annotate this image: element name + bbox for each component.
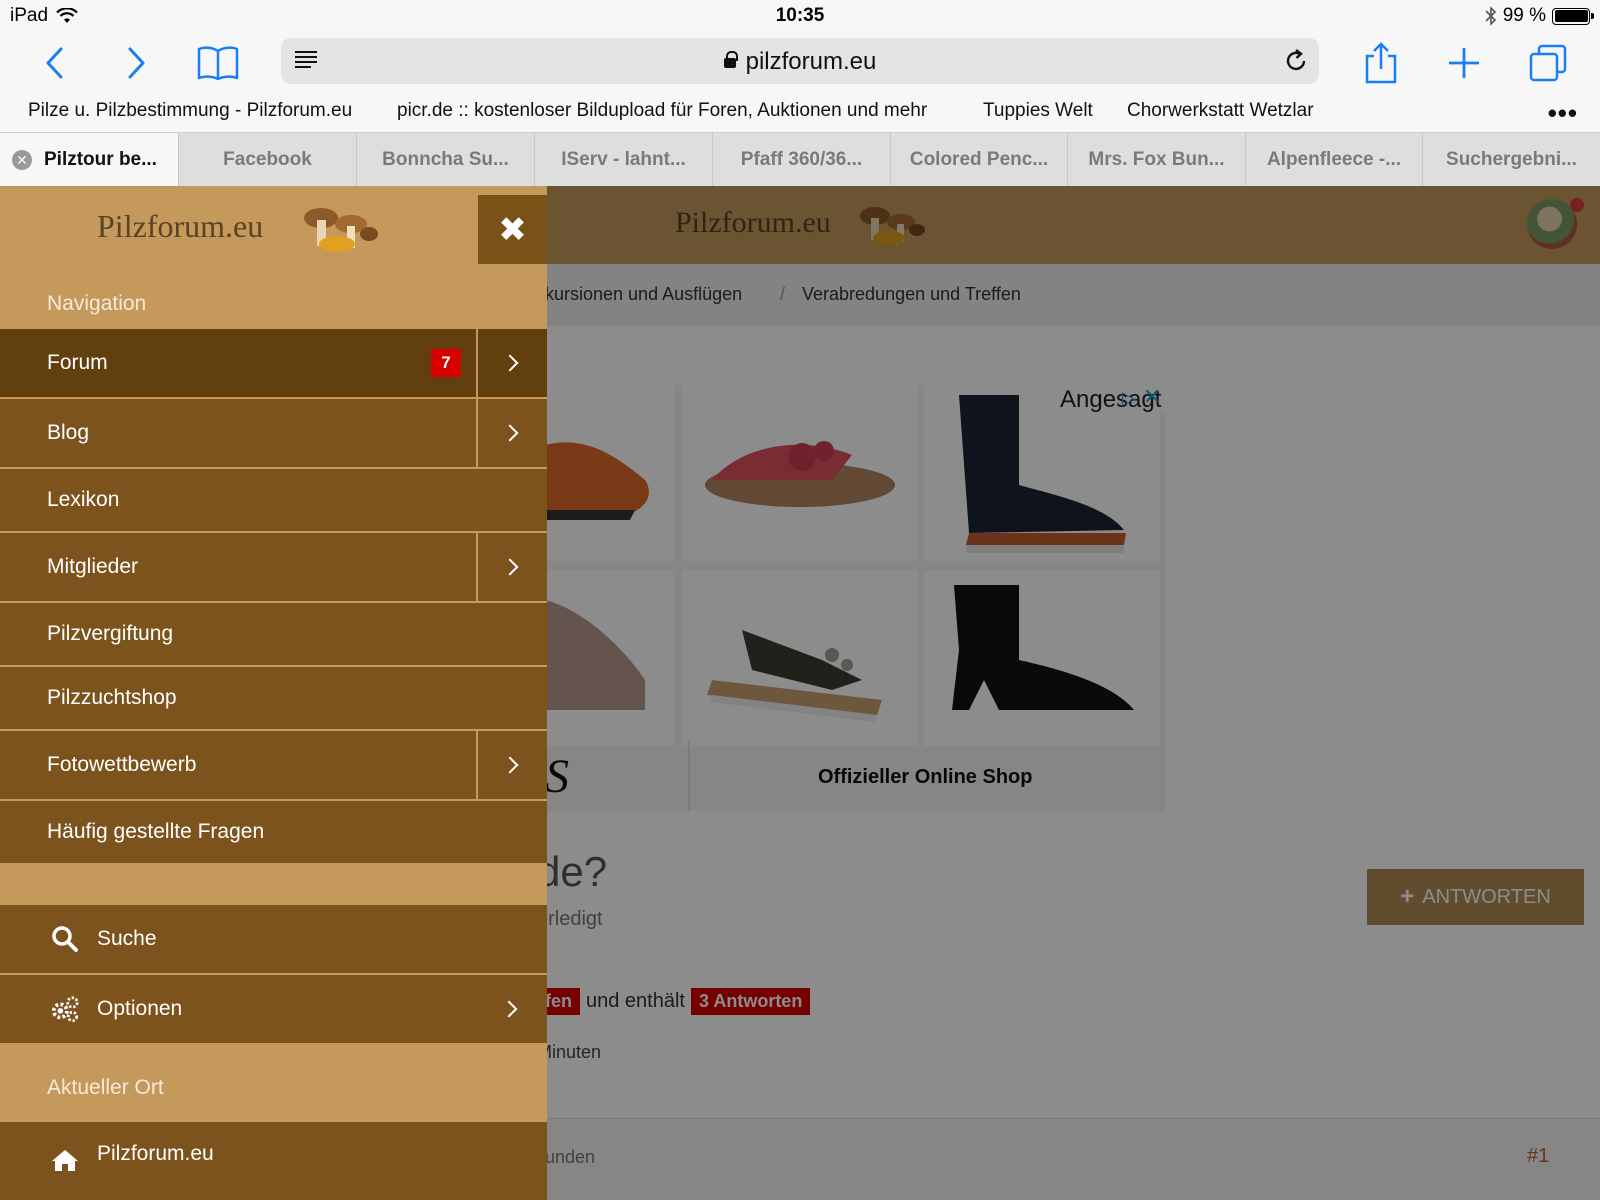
menu-item-label: Suche — [97, 927, 157, 950]
menu-item-lexikon[interactable]: Lexikon — [0, 467, 547, 531]
close-icon: ✖ — [498, 210, 527, 249]
plus-icon — [1449, 48, 1479, 78]
menu-item-label: Optionen — [97, 997, 183, 1020]
tab-active[interactable]: ✕ Pilztour be... — [0, 133, 178, 187]
submenu-toggle[interactable] — [476, 399, 547, 467]
share-icon — [1365, 42, 1397, 84]
tabs-icon — [1529, 44, 1567, 82]
menu-item-label: Häufig gestellte Fragen — [47, 820, 265, 843]
menu-section-location: Aktueller Ort — [47, 1076, 164, 1099]
menu-item-label: Pilzforum.eu — [97, 1142, 214, 1165]
mushroom-logo-icon — [304, 208, 378, 252]
bookmarks-button[interactable] — [195, 40, 241, 86]
ios-status-bar: iPad 10:35 99 % — [0, 0, 1600, 34]
tab[interactable]: Colored Penc... — [890, 133, 1067, 187]
submenu-toggle[interactable] — [476, 533, 547, 601]
menu-item-search[interactable]: Suche — [0, 903, 547, 973]
battery-percent: 99 % — [1502, 5, 1546, 26]
unread-count-badge: 7 — [431, 349, 461, 377]
menu-item-options[interactable]: Optionen — [0, 973, 547, 1043]
clock: 10:35 — [775, 5, 825, 26]
battery-icon — [1552, 7, 1594, 25]
forward-button[interactable] — [113, 40, 159, 86]
menu-item-pilzvergiftung[interactable]: Pilzvergiftung — [0, 601, 547, 665]
tab-label: Colored Penc... — [909, 149, 1049, 170]
tab-label: Facebook — [223, 149, 312, 170]
menu-item-label: Lexikon — [47, 488, 120, 511]
favorites-bar: Pilze u. Pilzbestimmung - Pilzforum.eu p… — [0, 92, 1600, 132]
menu-item-mitglieder[interactable]: Mitglieder — [0, 531, 547, 601]
menu-item-pilzzuchtshop[interactable]: Pilzzuchtshop — [0, 665, 547, 729]
tab-label: Bonncha Su... — [382, 149, 509, 170]
tab[interactable]: IServ - lahnt... — [534, 133, 712, 187]
reload-icon[interactable] — [1283, 48, 1309, 74]
menu-logo[interactable]: Pilzforum.eu — [97, 208, 263, 245]
tab-label: Mrs. Fox Bun... — [1088, 149, 1225, 170]
chevron-right-icon — [501, 354, 518, 372]
gears-icon — [50, 994, 80, 1024]
menu-item-forum[interactable]: Forum 7 — [0, 327, 547, 397]
tab-label: Alpenfleece -... — [1266, 149, 1402, 170]
favorite-link[interactable]: Pilze u. Pilzbestimmung - Pilzforum.eu — [28, 100, 352, 122]
close-tab-icon[interactable]: ✕ — [12, 150, 32, 170]
menu-section-navigation: Navigation — [47, 292, 147, 315]
tab-label: Pfaff 360/36... — [740, 149, 863, 170]
submenu-toggle[interactable] — [476, 731, 547, 799]
tab[interactable]: Facebook — [178, 133, 356, 187]
chevron-right-icon — [500, 1000, 517, 1018]
menu-item-label: Pilzvergiftung — [47, 622, 174, 645]
favorite-link[interactable]: Tuppies Welt — [983, 100, 1093, 122]
menu-item-label: Fotowettbewerb — [47, 753, 197, 776]
chevron-right-icon — [501, 558, 518, 576]
tabs-button[interactable] — [1525, 40, 1571, 86]
back-button[interactable] — [32, 40, 78, 86]
share-button[interactable] — [1358, 40, 1404, 86]
new-tab-button[interactable] — [1441, 40, 1487, 86]
tab[interactable]: Pfaff 360/36... — [712, 133, 890, 187]
tab[interactable]: Suchergebni... — [1422, 133, 1600, 187]
menu-item-location-home[interactable]: Pilzforum.eu — [0, 1120, 547, 1200]
search-icon — [50, 924, 80, 954]
tab[interactable]: Bonncha Su... — [356, 133, 534, 187]
close-menu-button[interactable]: ✖ — [478, 195, 547, 264]
tab[interactable]: Alpenfleece -... — [1245, 133, 1422, 187]
bluetooth-icon — [1485, 6, 1496, 26]
menu-item-label: Pilzzuchtshop — [47, 686, 177, 709]
tab-label: Pilztour be... — [44, 149, 157, 170]
submenu-toggle[interactable] — [476, 975, 547, 1043]
chevron-right-icon — [501, 424, 518, 442]
tab-bar: ✕ Pilztour be... Facebook Bonncha Su... … — [0, 132, 1600, 187]
menu-item-label: Forum — [47, 351, 108, 374]
menu-item-label: Mitglieder — [47, 555, 139, 578]
favorite-link[interactable]: Chorwerkstatt Wetzlar — [1127, 100, 1314, 122]
menu-item-faq[interactable]: Häufig gestellte Fragen — [0, 799, 547, 863]
menu-item-blog[interactable]: Blog — [0, 397, 547, 467]
book-icon — [197, 46, 239, 81]
tab-label: Suchergebni... — [1446, 149, 1577, 170]
url-text[interactable]: pilzforum.eu — [281, 48, 1319, 76]
menu-item-fotowettbewerb[interactable]: Fotowettbewerb — [0, 729, 547, 799]
menu-header: Pilzforum.eu ✖ — [0, 186, 547, 264]
chevron-left-icon — [46, 47, 63, 79]
home-icon — [50, 1145, 80, 1175]
favorite-link[interactable]: picr.de :: kostenloser Bildupload für Fo… — [397, 100, 927, 122]
tab[interactable]: Mrs. Fox Bun... — [1067, 133, 1245, 187]
tab-label: IServ - lahnt... — [561, 149, 686, 170]
favorites-more-button[interactable]: ••• — [1548, 98, 1578, 129]
lock-icon — [723, 51, 738, 68]
address-bar[interactable]: pilzforum.eu — [281, 38, 1319, 84]
side-menu: Pilzforum.eu ✖ Navigation Forum 7 Blog L… — [0, 186, 547, 1200]
chevron-right-icon — [501, 756, 518, 774]
menu-item-label: Blog — [47, 421, 90, 444]
submenu-toggle[interactable] — [476, 329, 547, 397]
menu-spacer — [0, 863, 547, 903]
chevron-right-icon — [128, 47, 145, 79]
browser-toolbar: pilzforum.eu — [0, 34, 1600, 92]
